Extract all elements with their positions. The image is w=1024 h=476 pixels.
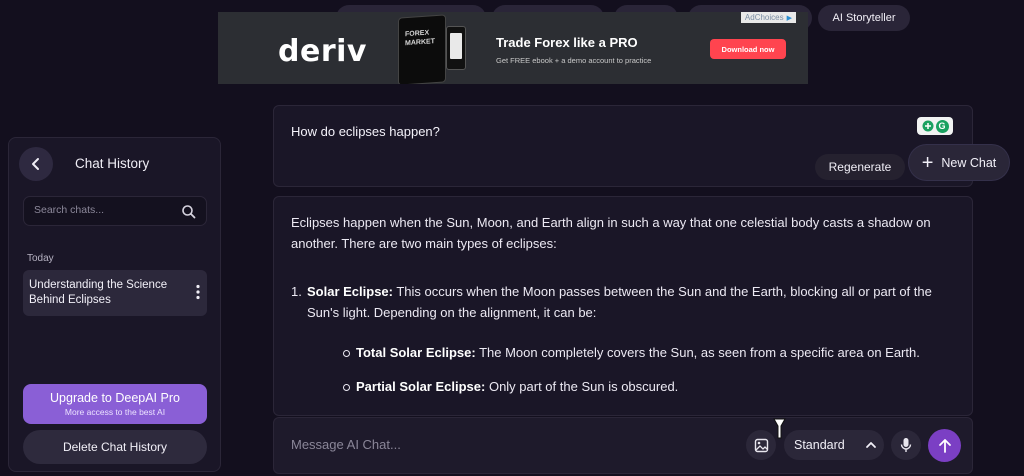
ad-brand-logo: deriv — [278, 34, 367, 69]
sub-item-text: The Moon completely covers the Sun, as s… — [475, 345, 920, 360]
nav-ai-storyteller[interactable]: AI Storyteller — [818, 5, 910, 31]
image-icon — [754, 438, 768, 452]
ad-phone-image — [446, 26, 466, 70]
add-icon — [922, 120, 933, 132]
ad-subline: Get FREE ebook + a demo account to pract… — [496, 56, 652, 65]
sub-list-item: Partial Solar Eclipse: Only part of the … — [341, 376, 963, 397]
ai-response-body: Eclipses happen when the Sun, Moon, and … — [291, 212, 963, 410]
chevron-up-icon — [865, 442, 876, 448]
ad-banner[interactable]: deriv FOREX MARKET Trade Forex like a PR… — [218, 12, 808, 84]
send-button[interactable] — [928, 429, 961, 462]
history-item-label: Understanding the Science Behind Eclipse… — [29, 279, 168, 306]
ad-headline: Trade Forex like a PRO — [496, 35, 638, 50]
list-item-solar-eclipse: 1. Solar Eclipse: This occurs when the M… — [291, 281, 963, 397]
ad-download-button[interactable]: Download now — [710, 39, 786, 59]
mouse-cursor-icon — [773, 418, 786, 439]
history-item[interactable]: Understanding the Science Behind Eclipse… — [23, 270, 207, 316]
search-box — [23, 196, 207, 226]
grammarly-icon: G — [935, 119, 949, 133]
search-icon[interactable] — [181, 204, 196, 219]
chevron-left-icon — [32, 158, 39, 170]
upgrade-button[interactable]: Upgrade to DeepAI Pro More access to the… — [23, 384, 207, 424]
sub-item-title: Partial Solar Eclipse: — [356, 379, 486, 394]
chat-history-sidebar: Chat History Today Understanding the Sci… — [8, 137, 221, 472]
mic-icon — [900, 438, 912, 452]
ad-tablet-text: FOREX MARKET — [405, 29, 435, 48]
search-input[interactable] — [32, 203, 172, 217]
grammarly-badge[interactable]: G — [917, 117, 953, 135]
list-item-text: This occurs when the Moon passes between… — [307, 284, 932, 320]
adchoices-icon: ▶ — [786, 14, 792, 22]
user-message: How do eclipses happen? G Regenerate — [273, 105, 973, 187]
adchoices-label: AdChoices — [744, 13, 784, 22]
ad-tablet-image: FOREX MARKET — [398, 14, 446, 84]
plus-icon: + — [921, 151, 934, 174]
adchoices-link[interactable]: AdChoices ▶ — [740, 12, 796, 23]
sub-item-text: Only part of the Sun is obscured. — [485, 379, 679, 394]
kebab-icon[interactable] — [195, 284, 201, 300]
model-select[interactable]: Standard — [784, 430, 884, 460]
model-select-value: Standard — [794, 438, 845, 452]
image-upload-button[interactable] — [746, 430, 776, 460]
sidebar-title: Chat History — [75, 156, 150, 171]
regenerate-button[interactable]: Regenerate — [815, 154, 905, 180]
user-question-text: How do eclipses happen? — [291, 124, 440, 139]
message-input[interactable] — [289, 436, 669, 453]
list-item-title: Solar Eclipse: — [307, 284, 393, 299]
sub-list: Total Solar Eclipse: The Moon completely… — [307, 342, 963, 397]
section-label-today: Today — [27, 253, 54, 264]
arrow-up-icon — [938, 438, 951, 453]
message-composer: Standard — [273, 417, 973, 474]
ai-response: Eclipses happen when the Sun, Moon, and … — [273, 196, 973, 416]
list-number: 1. — [291, 284, 302, 299]
delete-history-button[interactable]: Delete Chat History — [23, 430, 207, 464]
new-chat-button[interactable]: + New Chat — [909, 145, 1009, 180]
new-chat-label: New Chat — [941, 155, 997, 170]
response-intro: Eclipses happen when the Sun, Moon, and … — [291, 215, 931, 251]
upgrade-title: Upgrade to DeepAI Pro — [50, 391, 180, 405]
back-button[interactable] — [19, 147, 53, 181]
sub-list-item: Total Solar Eclipse: The Moon completely… — [341, 342, 963, 363]
upgrade-subtitle: More access to the best AI — [64, 407, 166, 417]
sub-item-title: Total Solar Eclipse: — [356, 345, 476, 360]
voice-input-button[interactable] — [891, 430, 921, 460]
